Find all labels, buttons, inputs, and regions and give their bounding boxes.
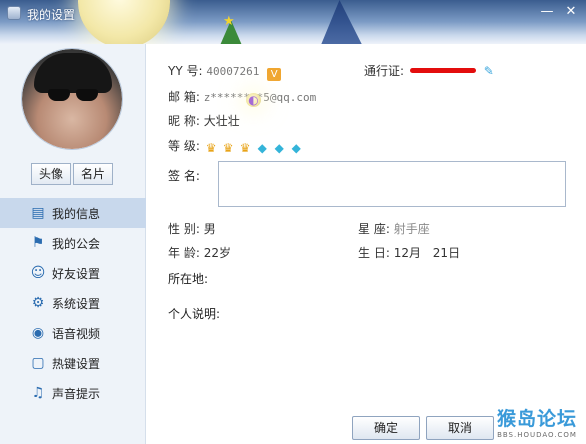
window-title: 我的设置 (27, 8, 76, 22)
yy-number-row: YY 号: 40007261 V (168, 62, 282, 81)
profile-tabs: 头像 名片 (31, 163, 113, 185)
birthday-month: 12月 (393, 246, 421, 260)
vip-badge-icon: V (267, 68, 282, 81)
sidebar-item-label: 系统设置 (52, 296, 101, 311)
nickname-value: 大壮壮 (203, 114, 240, 128)
watermark-logo: 猴岛论坛 BBS.HOUDAO.COM (488, 404, 586, 444)
constellation-value: 射手座 (393, 222, 430, 236)
sidebar-item-label: 热键设置 (52, 356, 101, 371)
crown-icon: ♛ (205, 141, 217, 155)
sidebar-item-label: 好友设置 (52, 266, 101, 281)
birthday-row: 生 日: 12月 21日 (358, 244, 460, 261)
mountain-decoration (290, 0, 400, 44)
diamond-icon: ◆ (257, 141, 267, 155)
flag-icon: ⚑ (31, 235, 45, 251)
crown-icon: ♛ (239, 141, 251, 155)
signature-input[interactable] (218, 161, 566, 207)
location-label: 所在地: (168, 272, 209, 286)
gender-row: 性 别: 男 (168, 220, 216, 237)
avatar[interactable] (21, 48, 123, 150)
id-card-icon: ▤ (31, 205, 45, 221)
constellation-row: 星 座: 射手座 (358, 220, 430, 237)
yy-number-value: 40007261 (206, 65, 260, 78)
passport-edit-icon[interactable]: ✎ (484, 64, 494, 78)
diamond-icon: ◆ (291, 141, 301, 155)
cancel-button[interactable]: 取消 (426, 416, 494, 440)
avatar-glasses (48, 89, 98, 101)
avatar-tab-button[interactable]: 头像 (31, 163, 71, 185)
sidebar-item-my-info[interactable]: ▤ 我的信息 (0, 198, 146, 228)
nickname-label: 昵 称: (168, 114, 200, 128)
age-label: 年 龄: (168, 246, 200, 260)
redaction-mark (409, 68, 476, 73)
signature-label: 签 名: (168, 169, 200, 183)
minimize-button[interactable]: — (539, 4, 555, 20)
yy-number-label: YY 号: (168, 64, 203, 78)
title-bar: ★ 我的设置 — ✕ (0, 0, 586, 44)
passport-row: 通行证: ✎ (364, 62, 494, 79)
bio-label: 个人说明: (168, 307, 221, 321)
sidebar-item-friend-settings[interactable]: ☺ 好友设置 (0, 258, 146, 288)
email-label: 邮 箱: (168, 90, 200, 104)
watermark-url: BBS.HOUDAO.COM (497, 431, 577, 439)
friends-gear-icon: ☺ (30, 265, 46, 281)
sidebar-item-system-settings[interactable]: ⚙ 系统设置 (0, 288, 146, 318)
moon-decoration (78, 0, 170, 44)
ok-button[interactable]: 确定 (352, 416, 420, 440)
sidebar-item-hotkeys[interactable]: ▢ 热键设置 (0, 348, 146, 378)
email-row: 邮 箱: z********5@qq.com (168, 88, 316, 105)
sidebar-item-label: 声音提示 (52, 386, 101, 401)
app-icon (7, 6, 21, 20)
moon-level-icon: ◐ (246, 93, 261, 107)
birthday-day: 21日 (432, 246, 461, 260)
music-note-icon: ♫ (31, 385, 45, 401)
sidebar-item-label: 我的信息 (52, 206, 101, 221)
passport-label: 通行证: (364, 64, 405, 78)
watermark-text: 猴岛论坛 (496, 408, 577, 430)
diamond-icon: ◆ (274, 141, 284, 155)
sidebar-item-label: 我的公会 (52, 236, 101, 251)
nickname-row: 昵 称: 大壮壮 (168, 112, 240, 129)
gender-value: 男 (203, 222, 216, 236)
level-label: 等 级: (168, 139, 200, 153)
my-info-panel: YY 号: 40007261 V 通行证: ✎ 邮 箱: z********5@… (146, 44, 586, 444)
birthday-label: 生 日: (358, 246, 390, 260)
sidebar-item-my-guild[interactable]: ⚑ 我的公会 (0, 228, 146, 258)
settings-nav: ▤ 我的信息 ⚑ 我的公会 ☺ 好友设置 ⚙ 系统设置 ◉ 语音视频 ▢ 热键设… (0, 198, 146, 408)
card-tab-button[interactable]: 名片 (73, 163, 113, 185)
close-button[interactable]: ✕ (563, 4, 579, 20)
age-value: 22岁 (203, 246, 231, 260)
key-square-icon: ▢ (31, 355, 45, 371)
sidebar-item-voice-video[interactable]: ◉ 语音视频 (0, 318, 146, 348)
sidebar-item-sound-alerts[interactable]: ♫ 声音提示 (0, 378, 146, 408)
avatar-image (22, 49, 122, 149)
gear-icon: ⚙ (31, 295, 45, 311)
avatar-hair (34, 53, 112, 93)
level-icons: ♛ ♛ ♛ ◐ ◆ ◆ ◆ (204, 93, 304, 155)
constellation-label: 星 座: (358, 222, 390, 236)
sidebar: 头像 名片 ▤ 我的信息 ⚑ 我的公会 ☺ 好友设置 ⚙ 系统设置 ◉ 语音视频… (0, 44, 146, 444)
webcam-icon: ◉ (31, 325, 45, 341)
star-icon: ★ (223, 14, 235, 29)
sidebar-item-label: 语音视频 (52, 326, 101, 341)
age-row: 年 龄: 22岁 (168, 244, 231, 261)
gender-label: 性 别: (168, 222, 200, 236)
crown-icon: ♛ (222, 141, 234, 155)
level-row: 等 级: ♛ ♛ ♛ ◐ ◆ ◆ ◆ (168, 93, 304, 155)
